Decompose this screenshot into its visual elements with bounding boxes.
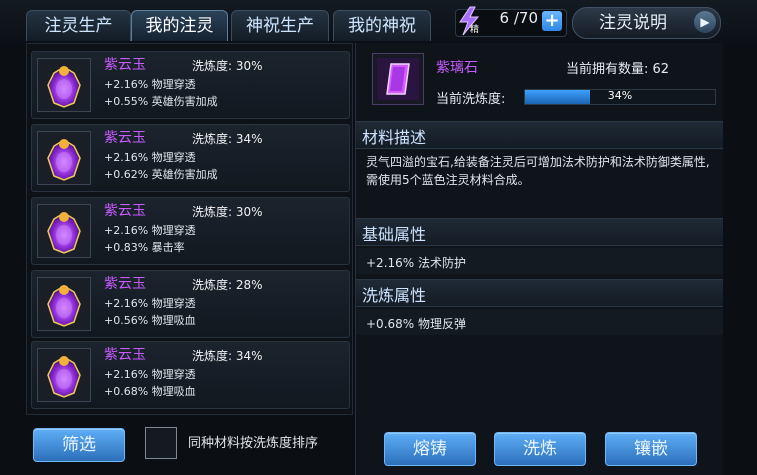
help-button-label: 注灵说明 — [599, 13, 667, 33]
section-header-description: 材料描述 — [356, 121, 723, 149]
item-stat: +2.16% 物理穿透 — [104, 368, 196, 381]
item-stat: +0.56% 物理吸血 — [104, 314, 196, 327]
gem-icon — [37, 348, 91, 402]
item-stat: +0.55% 英雄伤害加成 — [104, 95, 218, 108]
chevron-right-icon: ▶ — [694, 11, 716, 33]
refine-progress-bar: 34% — [524, 89, 716, 105]
gem-icon — [37, 277, 91, 331]
add-energy-button[interactable]: + — [542, 11, 562, 31]
inlay-button[interactable]: 镶嵌 — [605, 432, 697, 466]
list-item[interactable]: 紫云玉 洗炼度: 30% +2.16% 物理穿透 +0.55% 英雄伤害加成 — [31, 51, 350, 119]
item-refine: 洗炼度: 34% — [192, 349, 263, 363]
base-attribute: +2.16% 法术防护 — [366, 256, 466, 270]
refine-attribute-row: +0.68% 物理反弹 — [356, 309, 723, 335]
melt-button[interactable]: 熔铸 — [384, 432, 476, 466]
refine-attribute: +0.68% 物理反弹 — [366, 317, 466, 331]
owned-count: 当前拥有数量: 62 — [566, 62, 670, 77]
item-name: 紫云玉 — [104, 203, 146, 219]
material-list[interactable]: 紫云玉 洗炼度: 30% +2.16% 物理穿透 +0.55% 英雄伤害加成 紫… — [26, 43, 353, 415]
item-stat: +0.68% 物理吸血 — [104, 385, 196, 398]
crystal-icon — [372, 53, 424, 105]
lightning-icon: 精 — [456, 6, 482, 36]
item-refine: 洗炼度: 30% — [192, 59, 263, 73]
current-refine-label: 当前洗炼度: — [436, 92, 506, 107]
list-item[interactable]: 紫云玉 洗炼度: 34% +2.16% 物理穿透 +0.62% 英雄伤害加成 — [31, 124, 350, 192]
material-description: 灵气四溢的宝石,给装备注灵后可增加法术防护和法术防御类属性,需使用5个蓝色注灵材… — [366, 155, 710, 187]
list-item[interactable]: 紫云玉 洗炼度: 34% +2.16% 物理穿透 +0.68% 物理吸血 — [31, 341, 350, 409]
filter-button[interactable]: 筛选 — [33, 428, 125, 462]
item-stat: +2.16% 物理穿透 — [104, 151, 196, 164]
tab-my-spirit[interactable]: 我的注灵 — [131, 10, 228, 41]
energy-value: 6 /70 — [499, 9, 538, 27]
item-stat: +0.83% 暴击率 — [104, 241, 185, 254]
item-name: 紫云玉 — [104, 347, 146, 363]
refine-button[interactable]: 洗炼 — [494, 432, 586, 466]
list-item[interactable]: 紫云玉 洗炼度: 30% +2.16% 物理穿透 +0.83% 暴击率 — [31, 197, 350, 265]
item-name: 紫云玉 — [104, 57, 146, 73]
tab-spirit-production[interactable]: 注灵生产 — [26, 10, 131, 41]
item-stat: +0.62% 英雄伤害加成 — [104, 168, 218, 181]
refine-progress-text: 34% — [607, 89, 633, 102]
detail-panel: 紫璃石 当前拥有数量: 62 当前洗炼度: 34% 材料描述 灵气四溢的宝石,给… — [355, 43, 723, 475]
section-header-refine-attributes: 洗炼属性 — [356, 279, 723, 307]
gem-icon — [37, 58, 91, 112]
item-refine: 洗炼度: 34% — [192, 132, 263, 146]
item-refine: 洗炼度: 28% — [192, 278, 263, 292]
tab-my-blessing[interactable]: 我的神祝 — [333, 10, 431, 41]
item-name: 紫云玉 — [104, 276, 146, 292]
section-title: 材料描述 — [362, 128, 427, 147]
sort-checkbox[interactable] — [145, 427, 177, 459]
help-button[interactable]: 注灵说明 ▶ — [572, 7, 721, 39]
detail-name: 紫璃石 — [436, 60, 478, 76]
section-title: 基础属性 — [362, 225, 427, 244]
sort-checkbox-label: 同种材料按洗炼度排序 — [188, 436, 319, 451]
item-refine: 洗炼度: 30% — [192, 205, 263, 219]
item-name: 紫云玉 — [104, 130, 146, 146]
gem-icon — [37, 204, 91, 258]
section-header-base-attributes: 基础属性 — [356, 218, 723, 246]
list-item[interactable]: 紫云玉 洗炼度: 28% +2.16% 物理穿透 +0.56% 物理吸血 — [31, 270, 350, 338]
item-stat: +2.16% 物理穿透 — [104, 224, 196, 237]
tab-blessing-production[interactable]: 神祝生产 — [231, 10, 329, 41]
gem-icon — [37, 131, 91, 185]
base-attribute-row: +2.16% 法术防护 — [356, 248, 723, 274]
section-title: 洗炼属性 — [362, 286, 427, 305]
energy-badge: 精 — [470, 23, 479, 35]
item-stat: +2.16% 物理穿透 — [104, 297, 196, 310]
item-stat: +2.16% 物理穿透 — [104, 78, 196, 91]
